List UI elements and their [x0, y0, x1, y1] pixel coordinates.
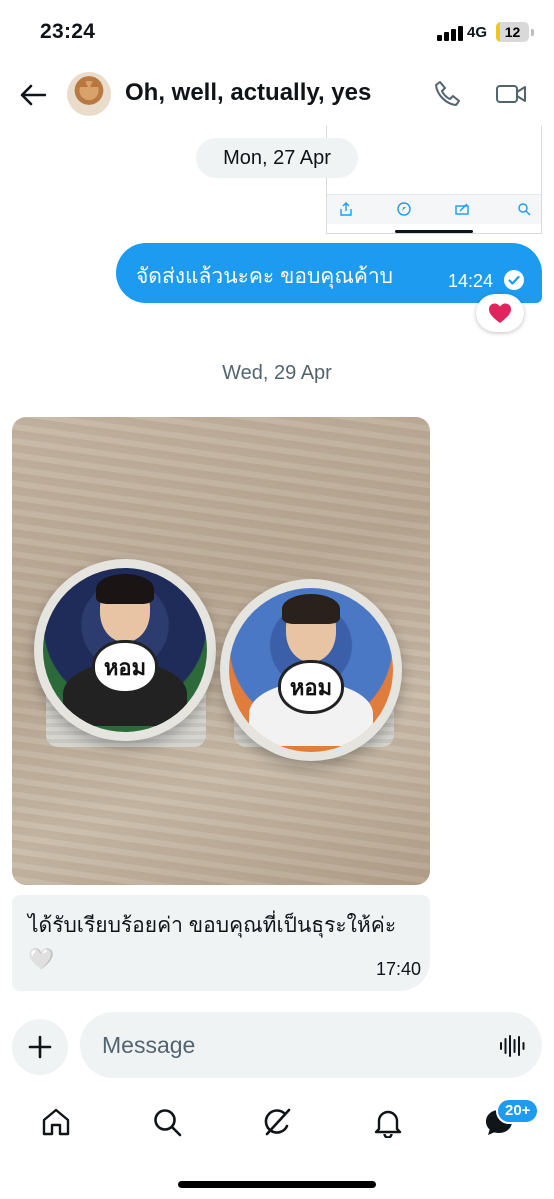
date-separator: Wed, 29 Apr	[222, 362, 332, 384]
edit-icon	[455, 203, 469, 215]
received-message-bubble[interactable]: ได้รับเรียบร้อยค่า ขอบคุณที่เป็นธุระให้ค…	[12, 895, 430, 991]
messages-badge: 20+	[496, 1098, 540, 1124]
jar-lid-photo: หอม	[229, 588, 393, 752]
battery-icon: 12	[496, 22, 529, 42]
video-call-button[interactable]	[495, 79, 527, 109]
sent-message-text: จัดส่งแล้วนะคะ ขอบคุณค้าบ	[136, 265, 394, 288]
battery-nub	[531, 29, 534, 36]
sent-message-bubble[interactable]: จัดส่งแล้วนะคะ ขอบคุณค้าบ 14:24	[116, 243, 542, 303]
grok-icon	[264, 1108, 291, 1136]
nav-notifications[interactable]	[370, 1104, 406, 1140]
avatar[interactable]	[67, 72, 111, 116]
add-attachment-button[interactable]	[12, 1019, 68, 1075]
preview-home-indicator	[395, 230, 473, 233]
voice-message-button[interactable]	[498, 1032, 526, 1060]
nav-search[interactable]	[149, 1104, 185, 1140]
compass-icon	[397, 202, 411, 216]
home-indicator	[178, 1181, 376, 1188]
received-message-time: 17:40	[376, 959, 422, 979]
status-bar: 23:24 4G 12	[0, 0, 554, 64]
chat-header: Oh, well, actually, yes	[0, 64, 554, 126]
search-icon	[518, 203, 531, 216]
message-input[interactable]	[80, 1012, 542, 1078]
back-arrow-icon	[20, 84, 46, 106]
sticker-label: หอม	[278, 660, 344, 714]
check-icon	[504, 270, 524, 290]
voice-wave-icon	[500, 1035, 525, 1057]
share-icon	[340, 202, 352, 216]
battery-level: 12	[504, 24, 521, 40]
home-icon	[42, 1108, 70, 1136]
nav-grok[interactable]	[259, 1104, 295, 1140]
jar-lid-photo: หอม	[43, 568, 207, 732]
bell-icon	[374, 1110, 402, 1138]
phone-icon	[435, 81, 460, 106]
plus-icon	[28, 1035, 52, 1059]
heart-icon	[489, 303, 511, 323]
conversation-title[interactable]: Oh, well, actually, yes	[125, 79, 371, 107]
date-separator: Mon, 27 Apr	[196, 138, 358, 178]
received-message-text: ได้รับเรียบร้อยค่า ขอบคุณที่เป็นธุระให้ค…	[28, 914, 397, 971]
status-time: 23:24	[40, 20, 96, 43]
sticker-label: หอม	[92, 640, 158, 694]
sent-message-time: 14:24	[448, 271, 494, 291]
video-camera-icon	[496, 85, 526, 103]
previous-image-preview[interactable]	[326, 126, 542, 234]
network-type: 4G	[467, 24, 488, 41]
bottom-navigation	[0, 1092, 554, 1152]
preview-toolbar	[327, 194, 541, 224]
back-button[interactable]	[16, 78, 50, 112]
call-button[interactable]	[432, 79, 462, 109]
received-photo[interactable]: หอม หอม	[12, 417, 430, 885]
cellular-signal-icon	[437, 25, 463, 41]
nav-home[interactable]	[38, 1104, 74, 1140]
reaction-heart[interactable]	[476, 294, 524, 332]
search-icon	[154, 1109, 182, 1137]
